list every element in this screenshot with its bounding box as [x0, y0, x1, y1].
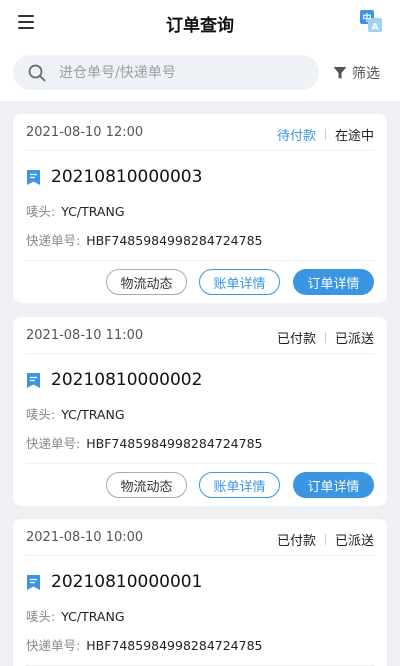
order-status: 已付款 已派送: [277, 328, 374, 347]
mark-value: YC/TRANG: [61, 204, 125, 219]
order-number: 20210810000002: [51, 370, 203, 390]
translate-icon[interactable]: 中 A: [359, 9, 383, 33]
bill-details-button[interactable]: 账单详情: [199, 472, 280, 498]
tracking-line: 快递单号: HBF7485984998284724785: [26, 635, 263, 654]
bookmark-icon: [27, 169, 40, 185]
bookmark-icon: [27, 574, 40, 590]
filter-button[interactable]: 筛选: [333, 63, 380, 83]
mark-value: YC/TRANG: [61, 407, 125, 422]
order-card-header: 2021-08-10 10:00 已付款 已派送: [26, 519, 374, 556]
order-date: 2021-08-10 11:00: [26, 328, 144, 343]
payment-status: 待付款: [276, 129, 316, 144]
order-card: 2021-08-10 10:00 已付款 已派送 20210810000001 …: [13, 519, 387, 666]
shipping-status: 已派送: [334, 534, 374, 549]
search-input[interactable]: [59, 55, 309, 90]
mark-line: 唛头: YC/TRANG: [26, 404, 125, 423]
filter-icon: [333, 67, 347, 79]
order-number: 20210810000001: [51, 572, 203, 592]
tracking-label: 快递单号:: [26, 638, 81, 653]
logistics-button[interactable]: 物流动态: [106, 269, 187, 295]
payment-status: 已付款: [276, 534, 316, 549]
mark-line: 唛头: YC/TRANG: [26, 606, 125, 625]
order-status: 待付款 在途中: [277, 125, 374, 144]
order-number-row: 20210810000002: [26, 370, 202, 390]
tracking-line: 快递单号: HBF7485984998284724785: [26, 230, 263, 249]
order-card-header: 2021-08-10 11:00 已付款 已派送: [26, 317, 374, 354]
order-card-header: 2021-08-10 12:00 待付款 在途中: [26, 114, 374, 151]
tracking-line: 快递单号: HBF7485984998284724785: [26, 433, 263, 452]
svg-text:A: A: [372, 23, 379, 33]
order-card: 2021-08-10 11:00 已付款 已派送 20210810000002 …: [13, 317, 387, 506]
filter-label: 筛选: [352, 66, 380, 82]
mark-line: 唛头: YC/TRANG: [26, 201, 125, 220]
status-divider: [324, 332, 326, 343]
card-divider: [26, 260, 374, 261]
order-number-row: 20210810000003: [26, 167, 202, 187]
order-details-button[interactable]: 订单详情: [293, 472, 374, 498]
card-divider: [26, 463, 374, 464]
svg-text:中: 中: [362, 12, 371, 24]
mark-label: 唛头:: [26, 407, 56, 422]
order-date: 2021-08-10 12:00: [26, 125, 144, 140]
payment-status: 已付款: [276, 332, 316, 347]
order-status: 已付款 已派送: [277, 530, 374, 549]
bill-details-button[interactable]: 账单详情: [199, 269, 280, 295]
top-bar: 订单查询 中 A: [0, 0, 400, 44]
mark-label: 唛头:: [26, 204, 56, 219]
status-divider: [324, 534, 326, 545]
tracking-number: HBF7485984998284724785: [86, 233, 263, 248]
search-icon: [28, 64, 46, 82]
tracking-number: HBF7485984998284724785: [86, 436, 263, 451]
bookmark-icon: [27, 372, 40, 388]
order-date: 2021-08-10 10:00: [26, 530, 144, 545]
shipping-status: 已派送: [334, 332, 374, 347]
order-number: 20210810000003: [51, 167, 203, 187]
status-divider: [324, 129, 326, 140]
tracking-label: 快递单号:: [26, 233, 81, 248]
order-card: 2021-08-10 12:00 待付款 在途中 20210810000003 …: [13, 114, 387, 303]
tracking-number: HBF7485984998284724785: [86, 638, 263, 653]
page-title: 订单查询: [166, 16, 234, 36]
shipping-status: 在途中: [334, 129, 374, 144]
mark-label: 唛头:: [26, 609, 56, 624]
tracking-label: 快递单号:: [26, 436, 81, 451]
search-bar: 筛选: [0, 44, 400, 101]
search-box[interactable]: [13, 55, 319, 90]
logistics-button[interactable]: 物流动态: [106, 472, 187, 498]
mark-value: YC/TRANG: [61, 609, 125, 624]
order-number-row: 20210810000001: [26, 572, 202, 592]
order-details-button[interactable]: 订单详情: [293, 269, 374, 295]
